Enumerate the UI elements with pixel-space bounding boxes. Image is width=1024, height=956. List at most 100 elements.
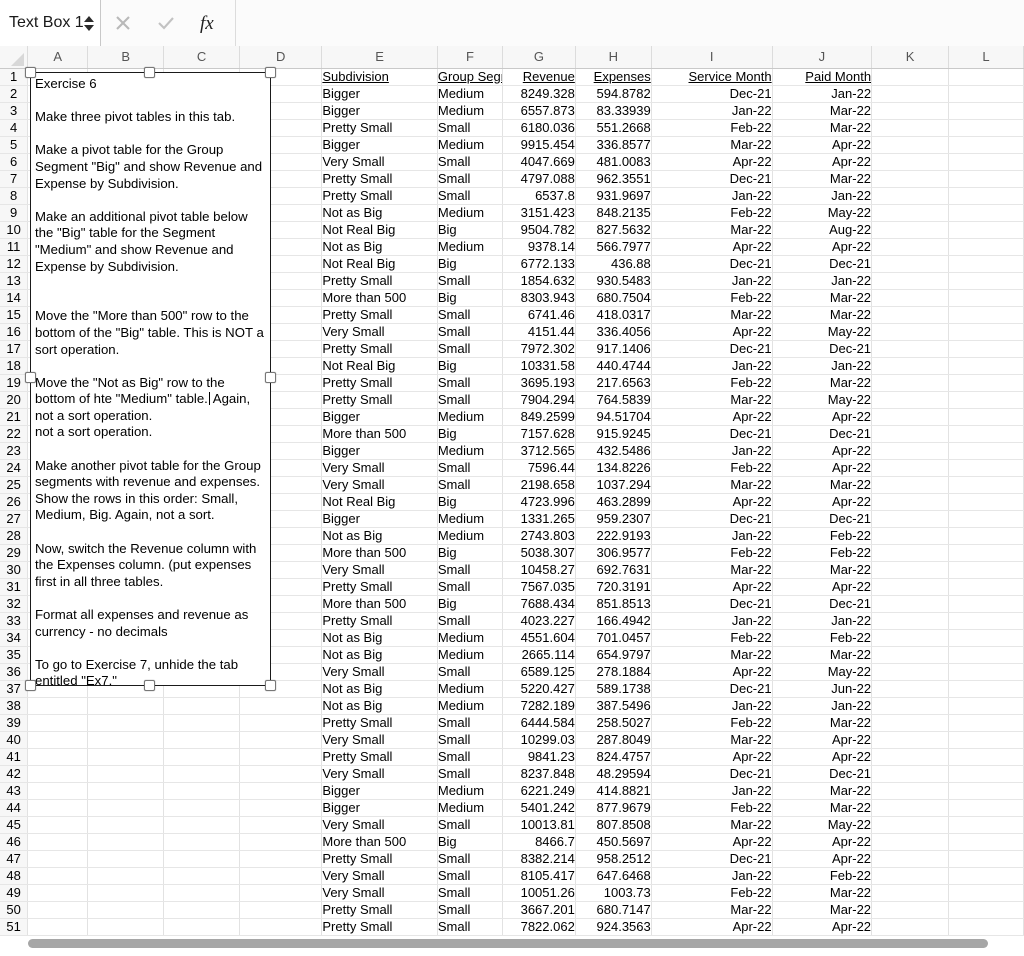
column-title-service-month[interactable]: Service Month — [651, 68, 772, 85]
cell-service-month[interactable]: Dec-21 — [651, 255, 772, 272]
cell-service-month[interactable]: Feb-22 — [651, 119, 772, 136]
cell-empty[interactable] — [872, 374, 949, 391]
resize-handle-bottom-right[interactable] — [265, 680, 276, 691]
cell-service-month[interactable]: Dec-21 — [651, 425, 772, 442]
cell-empty[interactable] — [949, 765, 1024, 782]
table-row[interactable]: 39Pretty SmallSmall6444.584258.5027Feb-2… — [0, 714, 1024, 731]
cell-paid-month[interactable]: Jan-22 — [772, 357, 871, 374]
cell-empty[interactable] — [88, 918, 164, 935]
cell-paid-month[interactable]: Mar-22 — [772, 646, 871, 663]
cell-expenses[interactable]: 680.7147 — [575, 901, 651, 918]
cell-revenue[interactable]: 9504.782 — [503, 221, 576, 238]
cell-subdivision[interactable]: Not as Big — [322, 697, 438, 714]
row-header-42[interactable]: 42 — [0, 765, 28, 782]
spinner-up-icon[interactable] — [84, 16, 94, 22]
cell-empty[interactable] — [949, 442, 1024, 459]
cell-empty[interactable] — [872, 918, 949, 935]
cell-subdivision[interactable]: More than 500 — [322, 289, 438, 306]
cell-group-segment[interactable]: Small — [437, 867, 502, 884]
row-header-32[interactable]: 32 — [0, 595, 28, 612]
cell-group-segment[interactable]: Medium — [437, 85, 502, 102]
row-header-13[interactable]: 13 — [0, 272, 28, 289]
row-header-8[interactable]: 8 — [0, 187, 28, 204]
cell-group-segment[interactable]: Medium — [437, 442, 502, 459]
cell-paid-month[interactable]: Jan-22 — [772, 85, 871, 102]
cell-paid-month[interactable]: Mar-22 — [772, 289, 871, 306]
cell-paid-month[interactable]: Dec-21 — [772, 765, 871, 782]
cell-paid-month[interactable]: Apr-22 — [772, 442, 871, 459]
cell-empty[interactable] — [949, 884, 1024, 901]
cell-service-month[interactable]: Jan-22 — [651, 272, 772, 289]
spinner-down-icon[interactable] — [84, 25, 94, 31]
cell-service-month[interactable]: Mar-22 — [651, 221, 772, 238]
row-header-26[interactable]: 26 — [0, 493, 28, 510]
cell-service-month[interactable]: Feb-22 — [651, 629, 772, 646]
cell-service-month[interactable]: Apr-22 — [651, 153, 772, 170]
column-header-i[interactable]: I — [651, 46, 772, 68]
cell-service-month[interactable]: Mar-22 — [651, 646, 772, 663]
cell-subdivision[interactable]: Not as Big — [322, 204, 438, 221]
cell-group-segment[interactable]: Small — [437, 459, 502, 476]
row-header-34[interactable]: 34 — [0, 629, 28, 646]
row-header-28[interactable]: 28 — [0, 527, 28, 544]
cell-subdivision[interactable]: Pretty Small — [322, 391, 438, 408]
cell-empty[interactable] — [872, 765, 949, 782]
table-row[interactable]: 47Pretty SmallSmall8382.214958.2512Dec-2… — [0, 850, 1024, 867]
column-header-f[interactable]: F — [437, 46, 502, 68]
cell-empty[interactable] — [28, 867, 88, 884]
row-header-4[interactable]: 4 — [0, 119, 28, 136]
cell-subdivision[interactable]: Bigger — [322, 442, 438, 459]
cell-subdivision[interactable]: Pretty Small — [322, 187, 438, 204]
row-header-20[interactable]: 20 — [0, 391, 28, 408]
cell-subdivision[interactable]: Very Small — [322, 867, 438, 884]
cell-group-segment[interactable]: Medium — [437, 697, 502, 714]
cell-expenses[interactable]: 1003.73 — [575, 884, 651, 901]
cell-empty[interactable] — [872, 306, 949, 323]
cell-revenue[interactable]: 7282.189 — [503, 697, 576, 714]
cell-empty[interactable] — [872, 442, 949, 459]
cell-empty[interactable] — [872, 102, 949, 119]
cell-paid-month[interactable]: Apr-22 — [772, 578, 871, 595]
cell-group-segment[interactable]: Small — [437, 119, 502, 136]
cell-service-month[interactable]: Dec-21 — [651, 85, 772, 102]
cell-subdivision[interactable]: Not as Big — [322, 527, 438, 544]
cell-service-month[interactable]: Mar-22 — [651, 731, 772, 748]
cell-expenses[interactable]: 166.4942 — [575, 612, 651, 629]
cell-subdivision[interactable]: Very Small — [322, 765, 438, 782]
cell-group-segment[interactable]: Big — [437, 255, 502, 272]
cell-empty[interactable] — [949, 850, 1024, 867]
cell-empty[interactable] — [240, 714, 322, 731]
cell-empty[interactable] — [872, 408, 949, 425]
cell-empty[interactable] — [872, 170, 949, 187]
cell-paid-month[interactable]: Jan-22 — [772, 272, 871, 289]
cell-expenses[interactable]: 414.8821 — [575, 782, 651, 799]
row-header-43[interactable]: 43 — [0, 782, 28, 799]
horizontal-scrollbar-thumb[interactable] — [28, 939, 988, 948]
cell-empty[interactable] — [872, 391, 949, 408]
cell-group-segment[interactable]: Small — [437, 884, 502, 901]
cell-service-month[interactable]: Jan-22 — [651, 442, 772, 459]
cell-group-segment[interactable]: Small — [437, 748, 502, 765]
cell-paid-month[interactable]: Apr-22 — [772, 833, 871, 850]
cell-empty[interactable] — [28, 714, 88, 731]
cell-revenue[interactable]: 5220.427 — [503, 680, 576, 697]
cell-expenses[interactable]: 958.2512 — [575, 850, 651, 867]
cell-service-month[interactable]: Jan-22 — [651, 527, 772, 544]
cell-paid-month[interactable]: Mar-22 — [772, 476, 871, 493]
cell-empty[interactable] — [872, 493, 949, 510]
cell-empty[interactable] — [949, 272, 1024, 289]
cell-subdivision[interactable]: Very Small — [322, 731, 438, 748]
cell-empty[interactable] — [164, 782, 240, 799]
cell-subdivision[interactable]: Pretty Small — [322, 918, 438, 935]
cell-empty[interactable] — [164, 765, 240, 782]
cell-subdivision[interactable]: Pretty Small — [322, 714, 438, 731]
cell-group-segment[interactable]: Medium — [437, 204, 502, 221]
cell-subdivision[interactable]: More than 500 — [322, 544, 438, 561]
cell-empty[interactable] — [88, 697, 164, 714]
table-row[interactable]: 46More than 500Big8466.7450.5697Apr-22Ap… — [0, 833, 1024, 850]
cell-empty[interactable] — [949, 289, 1024, 306]
cell-empty[interactable] — [949, 136, 1024, 153]
cell-paid-month[interactable]: Apr-22 — [772, 153, 871, 170]
cell-revenue[interactable]: 8303.943 — [503, 289, 576, 306]
cell-subdivision[interactable]: Very Small — [322, 459, 438, 476]
